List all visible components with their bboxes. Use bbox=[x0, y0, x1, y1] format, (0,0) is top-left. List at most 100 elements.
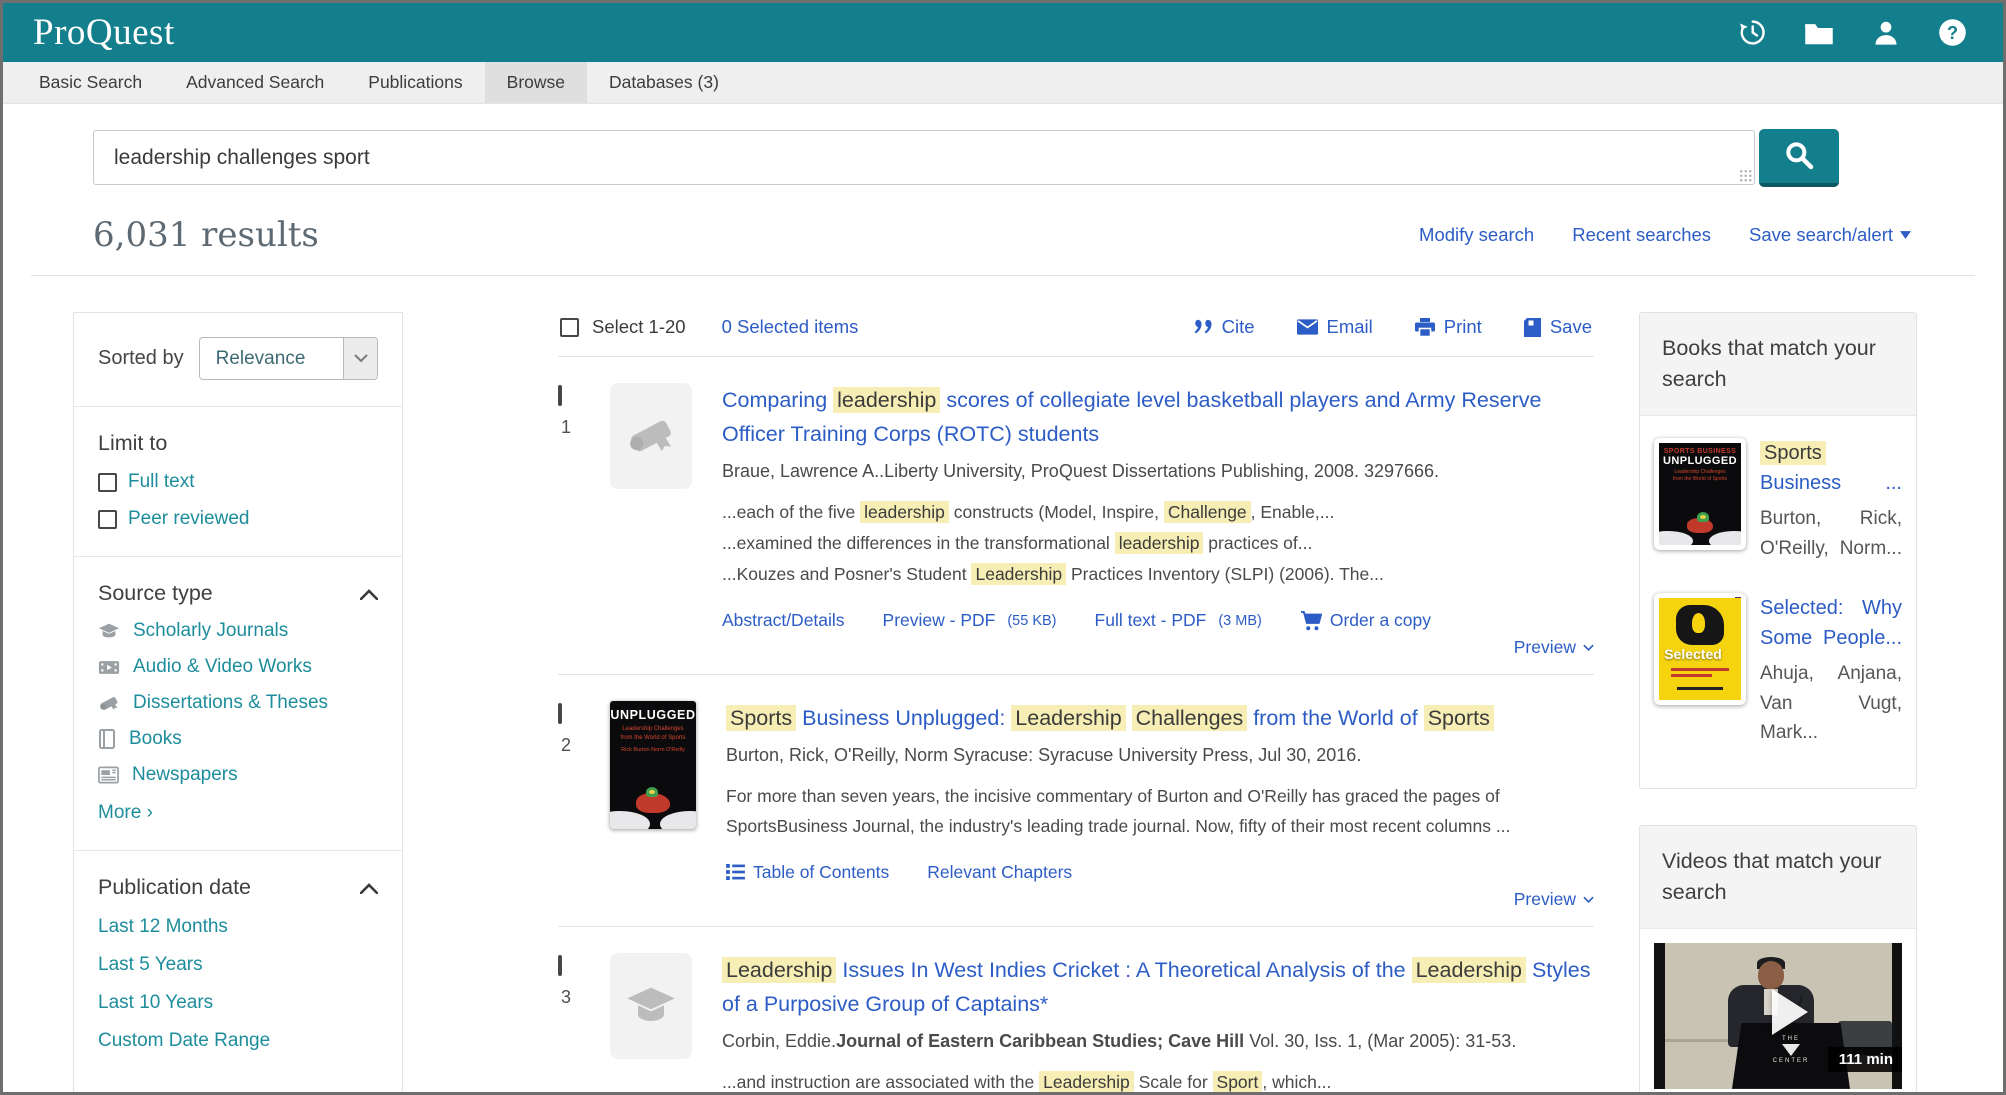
help-icon[interactable]: ? bbox=[1938, 18, 1967, 47]
tab-browse[interactable]: Browse bbox=[485, 62, 587, 103]
peer-reviewed-checkbox-row[interactable]: Peer reviewed bbox=[98, 508, 378, 530]
preview-toggle[interactable]: Preview bbox=[1514, 637, 1594, 658]
preview-pdf-link[interactable]: Preview - PDF(55 KB) bbox=[883, 610, 1057, 631]
audio-video-works-label[interactable]: Audio & Video Works bbox=[133, 656, 312, 678]
save-button[interactable]: Save bbox=[1524, 316, 1592, 338]
custom-date-range-link[interactable]: Custom Date Range bbox=[98, 1030, 270, 1052]
result-snippets: ...and instruction are associated with t… bbox=[722, 1067, 1594, 1095]
result-item-2: 2 UNPLUGGED Leadership Challengesfrom th… bbox=[558, 675, 1594, 927]
recent-searches-history-icon[interactable] bbox=[1737, 18, 1766, 47]
peer-reviewed-checkbox[interactable] bbox=[98, 510, 117, 529]
last-12-months-link[interactable]: Last 12 Months bbox=[98, 916, 228, 938]
result-checkbox[interactable] bbox=[558, 703, 562, 724]
result-select-column: 2 bbox=[558, 701, 610, 910]
save-search-alert-label: Save search/alert bbox=[1749, 224, 1893, 246]
tab-advanced-search[interactable]: Advanced Search bbox=[164, 62, 346, 103]
result-title-link[interactable]: Leadership Issues In West Indies Cricket… bbox=[722, 953, 1594, 1022]
publication-date-title: Publication date bbox=[98, 875, 251, 900]
full-text-pdf-link[interactable]: Full text - PDF(3 MB) bbox=[1095, 610, 1262, 631]
result-thumbnail[interactable] bbox=[610, 953, 692, 1059]
tab-label: Advanced Search bbox=[186, 72, 324, 93]
cover-title: Selected bbox=[1659, 646, 1727, 662]
video-thumbnail[interactable]: THE CENTER 111 min bbox=[1654, 943, 1902, 1089]
book-title-link[interactable]: Selected: Why Some People... bbox=[1760, 593, 1902, 653]
email-button[interactable]: Email bbox=[1297, 316, 1373, 338]
save-disk-icon bbox=[1524, 318, 1541, 337]
full-text-checkbox[interactable] bbox=[98, 473, 117, 492]
source-type-title: Source type bbox=[98, 581, 213, 606]
peer-reviewed-label[interactable]: Peer reviewed bbox=[128, 508, 249, 530]
result-checkbox[interactable] bbox=[558, 385, 562, 406]
graduation-cap-icon bbox=[625, 985, 677, 1027]
result-title-link[interactable]: Comparing leadership scores of collegiat… bbox=[722, 383, 1594, 452]
result-citation: Braue, Lawrence A..Liberty University, P… bbox=[722, 461, 1594, 482]
order-a-copy-link[interactable]: Order a copy bbox=[1300, 610, 1431, 631]
tab-basic-search[interactable]: Basic Search bbox=[17, 62, 164, 103]
book-suggestion-1[interactable]: SPORTS BUSINESS UNPLUGGED Leadership Cha… bbox=[1654, 438, 1902, 563]
abstract-details-link[interactable]: Abstract/Details bbox=[722, 610, 845, 631]
account-person-icon[interactable] bbox=[1872, 19, 1900, 47]
source-type-newspapers[interactable]: Newspapers bbox=[98, 764, 378, 786]
play-button-icon[interactable] bbox=[1772, 989, 1808, 1035]
relevant-chapters-link[interactable]: Relevant Chapters bbox=[927, 862, 1072, 883]
limit-to-section: Limit to Full text Peer reviewed bbox=[74, 407, 402, 557]
citation-volume: Vol. 30, Iss. 1, (Mar 2005): 31-53. bbox=[1244, 1031, 1516, 1051]
search-input[interactable] bbox=[93, 130, 1755, 185]
tab-publications[interactable]: Publications bbox=[346, 62, 484, 103]
result-thumbnail[interactable] bbox=[610, 383, 692, 489]
full-text-label[interactable]: Full text bbox=[128, 471, 195, 493]
list-toc-icon bbox=[726, 864, 745, 880]
source-type-audio-video[interactable]: Audio & Video Works bbox=[98, 656, 378, 678]
collapse-section-icon[interactable] bbox=[360, 581, 378, 606]
book-title-link[interactable]: Sports Business ... bbox=[1760, 438, 1902, 498]
book-suggestion-2[interactable]: Selected Selected: Why Some People... Ah… bbox=[1654, 593, 1902, 747]
results-header-links: Modify search Recent searches Save searc… bbox=[1419, 224, 1911, 246]
sort-select-value: Relevance bbox=[200, 348, 343, 370]
result-snippets: ...each of the five leadership construct… bbox=[722, 497, 1594, 590]
source-type-scholarly-journals[interactable]: Scholarly Journals bbox=[98, 620, 378, 642]
cover-art-line bbox=[1677, 687, 1723, 690]
full-text-checkbox-row[interactable]: Full text bbox=[98, 471, 378, 493]
modify-search-link[interactable]: Modify search bbox=[1419, 224, 1534, 246]
filters-sidebar: Sorted by Relevance Limit to Full text bbox=[73, 312, 403, 1095]
cover-subtitle: Leadership Challengesfrom the World of S… bbox=[610, 725, 696, 742]
results-count: 6,031 results bbox=[93, 215, 319, 255]
result-checkbox[interactable] bbox=[558, 955, 562, 976]
source-type-dissertations[interactable]: Dissertations & Theses bbox=[98, 692, 378, 714]
chevron-down-icon bbox=[1900, 231, 1911, 239]
save-search-alert-link[interactable]: Save search/alert bbox=[1749, 224, 1911, 246]
table-of-contents-link[interactable]: Table of Contents bbox=[726, 862, 889, 883]
tab-databases[interactable]: Databases (3) bbox=[587, 62, 741, 103]
link-label: Full text - PDF bbox=[1095, 610, 1207, 631]
last-10-years-link[interactable]: Last 10 Years bbox=[98, 992, 213, 1014]
search-button[interactable] bbox=[1759, 129, 1839, 187]
shopping-cart-icon bbox=[1300, 611, 1322, 631]
chevron-down-icon bbox=[1583, 644, 1594, 651]
cover-art-hand bbox=[1676, 605, 1724, 645]
preview-toggle[interactable]: Preview bbox=[1514, 889, 1594, 910]
source-type-more-link[interactable]: More › bbox=[98, 802, 153, 824]
link-label: Abstract/Details bbox=[722, 610, 845, 631]
input-resize-handle[interactable] bbox=[1739, 169, 1752, 182]
sort-select[interactable]: Relevance bbox=[199, 337, 378, 380]
video-duration-badge: 111 min bbox=[1828, 1047, 1902, 1072]
dissertations-theses-label[interactable]: Dissertations & Theses bbox=[133, 692, 328, 714]
source-type-books[interactable]: Books bbox=[98, 728, 378, 750]
selected-items-link[interactable]: 0 Selected items bbox=[722, 316, 859, 338]
collapse-section-icon[interactable] bbox=[360, 875, 378, 900]
newspapers-label[interactable]: Newspapers bbox=[132, 764, 238, 786]
cover-art-snow bbox=[610, 811, 650, 829]
books-label[interactable]: Books bbox=[129, 728, 182, 750]
last-5-years-link[interactable]: Last 5 Years bbox=[98, 954, 203, 976]
recent-searches-link[interactable]: Recent searches bbox=[1572, 224, 1711, 246]
folder-icon[interactable] bbox=[1804, 20, 1834, 46]
select-range-label: Select 1-20 bbox=[592, 316, 686, 338]
book-cover-thumbnail[interactable]: UNPLUGGED Leadership Challengesfrom the … bbox=[610, 701, 696, 829]
print-button[interactable]: Print bbox=[1415, 316, 1482, 338]
cite-button[interactable]: Cite bbox=[1193, 316, 1255, 338]
link-label: Table of Contents bbox=[753, 862, 889, 883]
scholarly-journals-label[interactable]: Scholarly Journals bbox=[133, 620, 288, 642]
videos-match-panel: Videos that match your search THE bbox=[1639, 825, 1917, 1095]
result-title-link[interactable]: Sports Business Unplugged: Leadership Ch… bbox=[726, 701, 1594, 735]
select-all-checkbox[interactable] bbox=[560, 318, 579, 337]
